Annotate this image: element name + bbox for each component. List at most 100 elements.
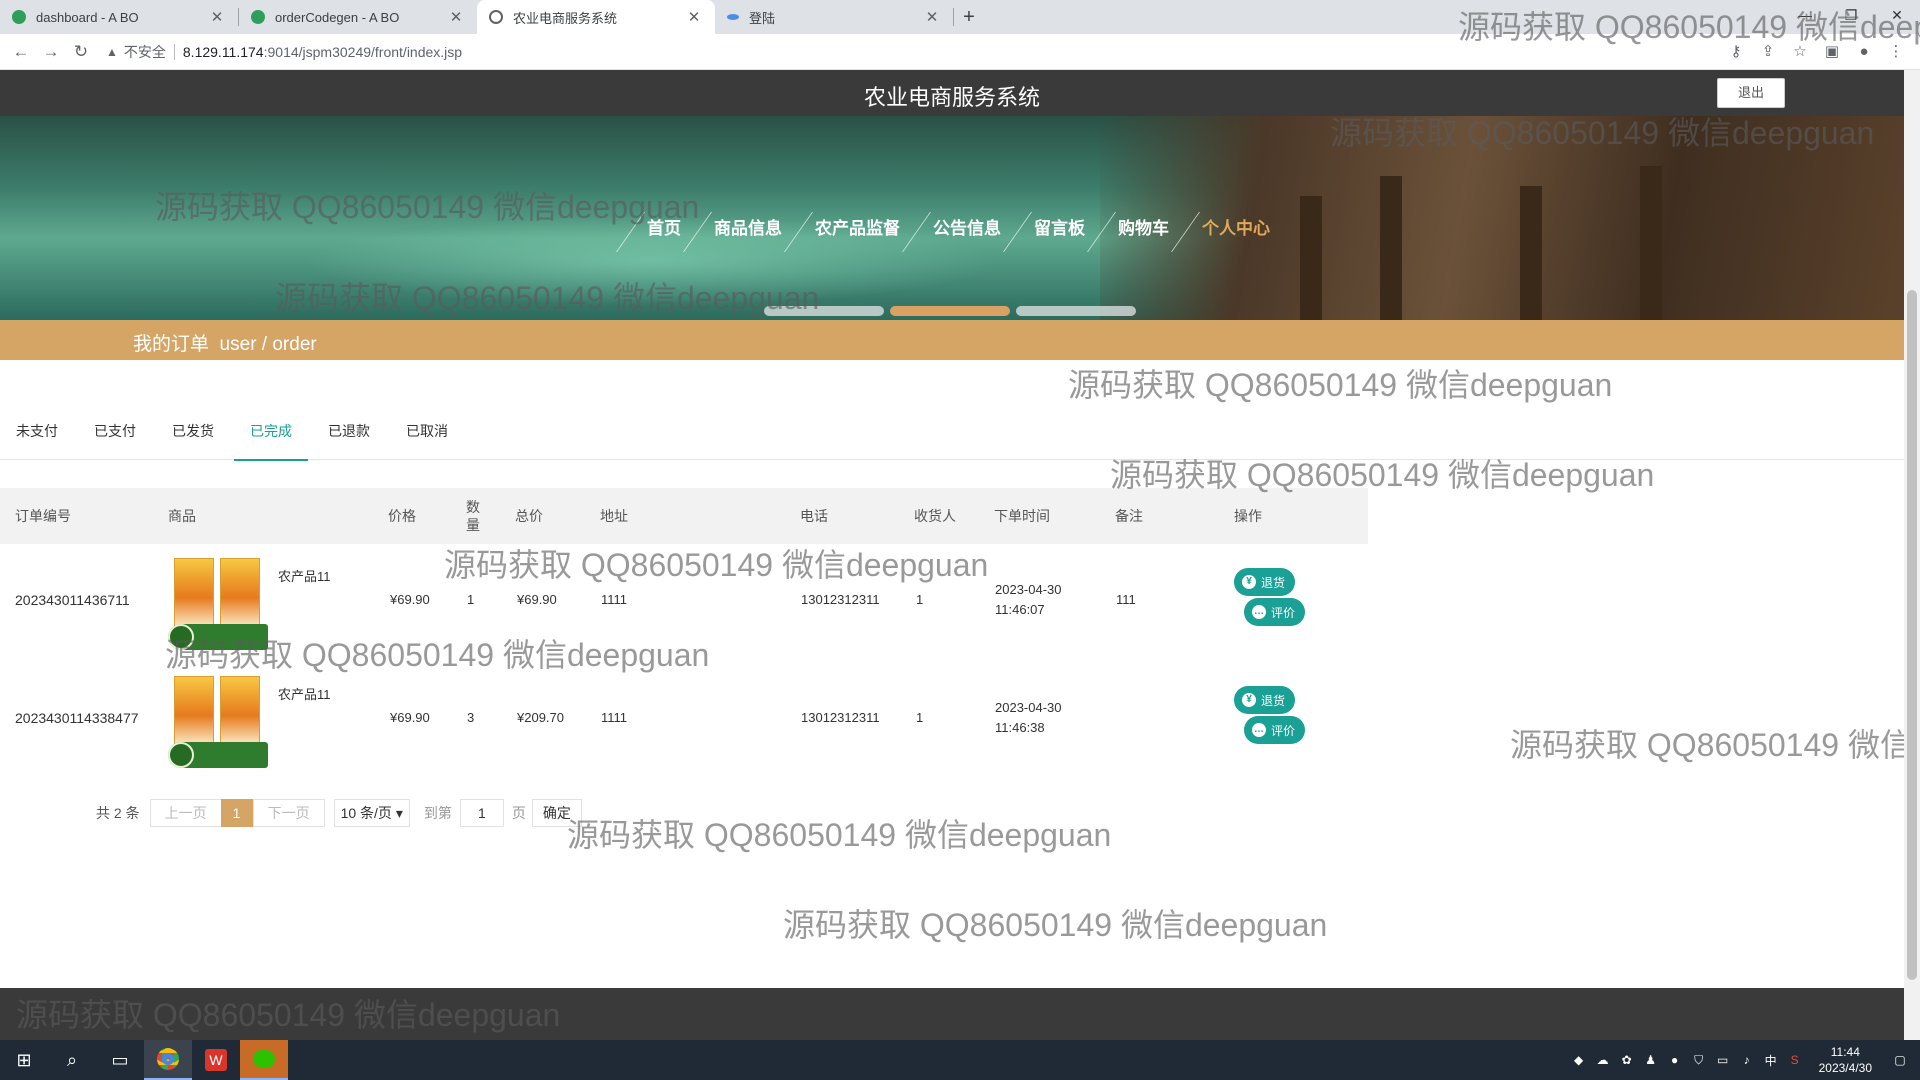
share-icon[interactable]: ⇪ [1752,38,1784,66]
minimize-icon[interactable]: — [1782,0,1828,34]
nav-item-notices[interactable]: 公告信息 [917,212,1017,252]
sogou-icon[interactable]: S [1783,1053,1807,1067]
nav-item-messages[interactable]: 留言板 [1018,212,1101,252]
clock-time: 11:44 [1830,1045,1860,1059]
volume-icon[interactable]: ♪ [1735,1053,1759,1067]
browser-tab-ordercodegen[interactable]: orderCodegen - A BO ✕ [239,0,477,34]
tab-close-icon[interactable]: ✕ [923,8,941,26]
tab-cancelled[interactable]: 已取消 [390,418,464,460]
nav-item-products[interactable]: 商品信息 [698,212,798,252]
globe-icon [489,10,503,24]
profile-icon[interactable]: ● [1848,38,1880,66]
task-view-icon[interactable]: ▭ [96,1040,144,1080]
nav-item-supervision[interactable]: 农产品监督 [799,212,916,252]
network-icon[interactable]: ▭ [1711,1053,1735,1067]
refund-button[interactable]: ¥ 退货 [1234,568,1296,596]
wechat-tray-icon[interactable]: ● [1663,1053,1687,1067]
pager-confirm-button[interactable]: 确定 [531,799,582,827]
address: 1111 [601,592,628,607]
wechat-icon[interactable] [240,1040,288,1080]
back-arrow-icon[interactable]: ← [6,42,36,62]
tab-title: 农业电商服务系统 [513,10,618,26]
sidepanel-icon[interactable]: ▣ [1816,38,1848,66]
product-badge [168,624,268,650]
forward-arrow-icon[interactable]: → [36,42,66,62]
search-icon[interactable]: ⌕ [48,1040,96,1080]
pager-next-button[interactable]: 下一页 [252,799,325,827]
tab-favicon-icon [727,14,739,20]
scrollbar-thumb[interactable] [1907,290,1917,980]
carousel-dot[interactable] [1016,306,1136,316]
nav-item-cart[interactable]: 购物车 [1102,212,1185,252]
carousel-dot-active[interactable] [890,306,1010,316]
ime-indicator[interactable]: 中 [1759,1052,1783,1069]
order-status-tabs: 未支付 已支付 已发货 已完成 已退款 已取消 [0,418,1904,461]
order-date: 2023-04-30 [995,582,1062,597]
tray-app-icon[interactable]: ◆ [1567,1053,1591,1067]
security-label[interactable]: 不安全 [124,42,166,62]
tab-favicon-icon [251,10,265,24]
refund-button[interactable]: ¥ 退货 [1234,686,1296,714]
col-order-no: 订单编号 [15,508,71,524]
total: ¥69.90 [517,592,557,607]
pager-prev-button[interactable]: 上一页 [149,799,222,827]
product-image[interactable] [168,672,268,774]
tray-app-icon[interactable]: ✿ [1615,1053,1639,1067]
phone: 13012312311 [801,592,880,607]
tab-close-icon[interactable]: ✕ [685,8,703,26]
new-tab-button[interactable]: + [954,6,984,29]
tab-refunded[interactable]: 已退款 [312,418,386,460]
carousel-dot[interactable] [764,306,884,316]
tab-completed[interactable]: 已完成 [234,418,308,461]
star-icon[interactable]: ☆ [1784,38,1816,66]
badge-seal [168,624,194,650]
breadcrumb: 我的订单 user / order [133,334,317,355]
product-name: 农产品11 [278,687,331,702]
wps-icon[interactable]: W [192,1040,240,1080]
browser-tab-active[interactable]: 农业电商服务系统 ✕ [477,0,715,34]
shield-icon[interactable]: ⛉ [1687,1053,1711,1068]
address-bar[interactable]: ▲ 不安全 8.129.11.174 :9014/jspm30249/front… [106,38,1706,66]
browser-tab-dashboard[interactable]: dashboard - A BO ✕ [0,0,238,34]
yen-icon: ¥ [1242,693,1256,707]
tab-paid[interactable]: 已支付 [78,418,152,460]
logout-button[interactable]: 退出 [1717,78,1785,108]
menu-kebab-icon[interactable]: ⋮ [1880,38,1912,66]
page-size-select[interactable]: 10 条/页 ▾ [333,799,410,827]
table-row: 202343011436711 农产品11 ¥69.90 1 ¥69.90 11… [0,544,1368,662]
clock[interactable]: 11:44 2023/4/30 [1819,1044,1872,1076]
warning-icon[interactable]: ▲ [106,45,118,59]
window-controls: — ❐ ✕ [1782,0,1920,34]
banner-post [1380,176,1402,320]
yen-icon: ¥ [1242,575,1256,589]
product-pack [220,558,260,630]
review-button[interactable]: … 评价 [1244,598,1306,626]
tab-shipped[interactable]: 已发货 [156,418,230,460]
carousel-indicators [764,306,1142,316]
maximize-icon[interactable]: ❐ [1828,0,1874,34]
banner-post [1640,166,1662,320]
reload-icon[interactable]: ↻ [66,42,96,62]
pager-current-page[interactable]: 1 [220,799,253,827]
chrome-icon[interactable] [144,1040,192,1080]
cloud-icon[interactable]: ☁ [1591,1053,1615,1067]
pager-goto-input[interactable]: 1 [459,799,504,827]
key-icon[interactable]: ⚷ [1720,38,1752,66]
page-scrollbar[interactable] [1904,70,1920,1040]
col-ops: 操作 [1234,508,1262,524]
review-button[interactable]: … 评价 [1244,716,1306,744]
breadcrumb-bar: 我的订单 user / order [0,320,1904,360]
notification-icon[interactable]: ▢ [1880,1053,1920,1067]
qq-icon[interactable]: ♟ [1639,1053,1663,1067]
product-pack [174,558,214,630]
tab-close-icon[interactable]: ✕ [447,8,465,26]
close-window-icon[interactable]: ✕ [1874,0,1920,34]
tab-close-icon[interactable]: ✕ [208,8,226,26]
tab-unpaid[interactable]: 未支付 [0,418,74,460]
product-image[interactable] [168,554,268,656]
windows-start-icon[interactable]: ⊞ [0,1040,48,1080]
price: ¥69.90 [390,710,430,725]
url-host: 8.129.11.174 [182,43,264,60]
browser-tab-login[interactable]: 登陆 ✕ [715,0,953,34]
nav-item-personal-center[interactable]: 个人中心 [1186,212,1286,252]
